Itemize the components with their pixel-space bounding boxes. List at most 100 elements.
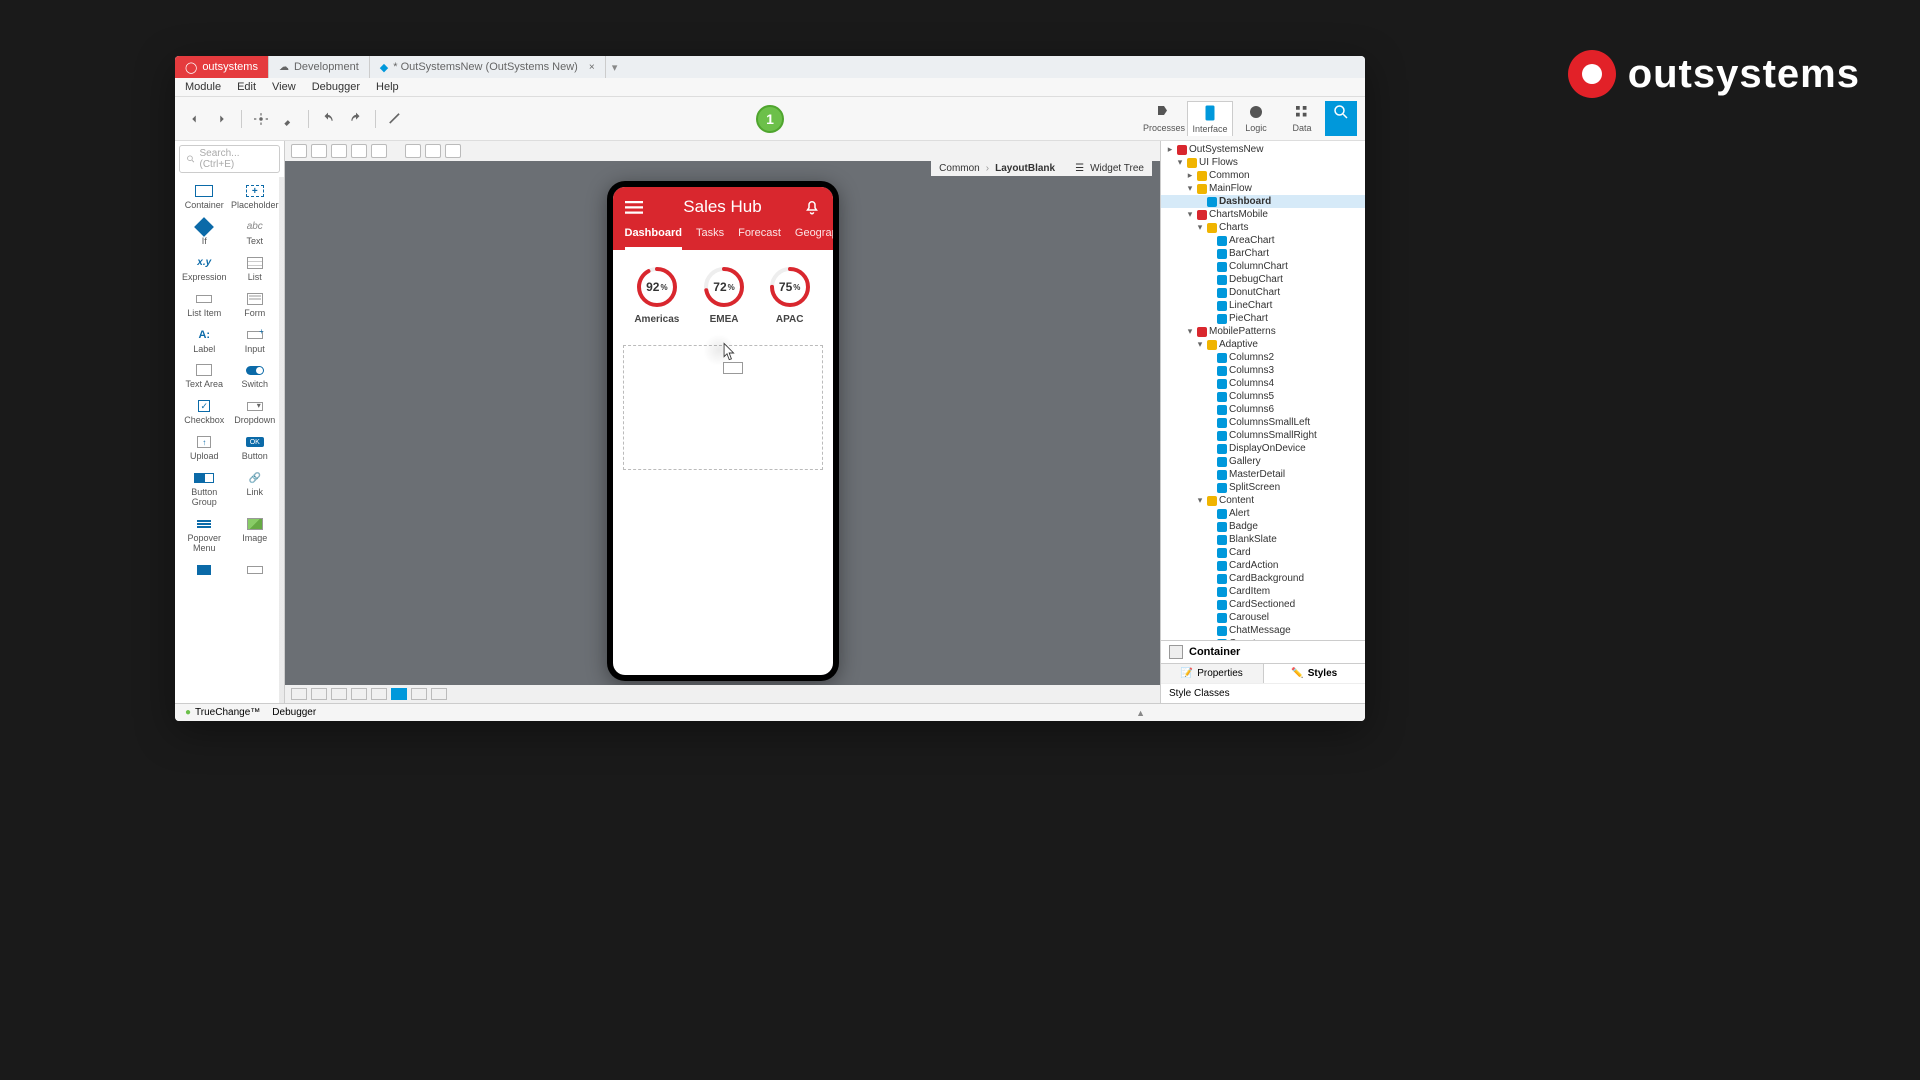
toolbox-search[interactable]: Search... (Ctrl+E) [179,145,280,173]
widget-container[interactable]: Container [179,179,230,215]
tree-counter[interactable]: Counter [1161,637,1365,640]
widget-label[interactable]: A:Label [179,323,230,359]
device-4[interactable] [351,688,367,700]
widget-button[interactable]: OKButton [230,430,281,466]
redo-button[interactable] [345,109,367,129]
tree-card[interactable]: Card [1161,546,1365,559]
widget-dropdown[interactable]: Dropdown [230,394,281,430]
align-btn-2[interactable] [425,144,441,158]
widget-list[interactable]: List [230,251,281,287]
phone-tab-dashboard[interactable]: Dashboard [625,227,682,250]
tree-columns5[interactable]: Columns5 [1161,390,1365,403]
breadcrumb-a[interactable]: Common [939,163,980,174]
view-btn-2[interactable] [311,144,327,158]
breadcrumb-b[interactable]: LayoutBlank [995,163,1055,174]
widgettree-label[interactable]: Widget Tree [1090,163,1144,174]
tree-alert[interactable]: Alert [1161,507,1365,520]
widget-switch[interactable]: Switch [230,358,281,394]
tree-outsystemsnew[interactable]: ▸OutSystemsNew [1161,143,1365,156]
tree-blankslate[interactable]: BlankSlate [1161,533,1365,546]
menu-debugger[interactable]: Debugger [312,81,360,93]
wand-button[interactable] [384,109,406,129]
device-5[interactable] [371,688,387,700]
tree-columnssmallright[interactable]: ColumnsSmallRight [1161,429,1365,442]
tree-columnssmallleft[interactable]: ColumnsSmallLeft [1161,416,1365,429]
debugger-tab[interactable]: Debugger [272,707,316,718]
device-8[interactable] [431,688,447,700]
widget-listitem[interactable]: List Item [179,287,230,323]
align-btn-3[interactable] [445,144,461,158]
device-1[interactable] [291,688,307,700]
view-btn-1[interactable] [291,144,307,158]
tree-cardsectioned[interactable]: CardSectioned [1161,598,1365,611]
undo-button[interactable] [317,109,339,129]
tree-linechart[interactable]: LineChart [1161,299,1365,312]
widget-image[interactable]: Image [230,512,281,558]
tree-columns4[interactable]: Columns4 [1161,377,1365,390]
gear-button[interactable] [250,109,272,129]
device-6[interactable] [391,688,407,700]
device-2[interactable] [311,688,327,700]
tree-chatmessage[interactable]: ChatMessage [1161,624,1365,637]
logic-tab[interactable]: Logic [1233,101,1279,136]
canvas-inner[interactable]: Sales Hub DashboardTasksForecastGeograph… [285,161,1160,685]
tree-donutchart[interactable]: DonutChart [1161,286,1365,299]
widget-checkbox[interactable]: ✓Checkbox [179,394,230,430]
phone-tab-geographies[interactable]: Geographies [795,227,833,250]
widget-if[interactable]: If [179,215,230,251]
widget-popovermenu[interactable]: Popover Menu [179,512,230,558]
tab-add-button[interactable]: ▾ [606,56,624,78]
tree-carousel[interactable]: Carousel [1161,611,1365,624]
tree-columns3[interactable]: Columns3 [1161,364,1365,377]
menu-edit[interactable]: Edit [237,81,256,93]
tab-app[interactable]: ◯ outsystems [175,56,269,78]
interface-tab[interactable]: Interface [1187,101,1233,136]
align-btn-1[interactable] [405,144,421,158]
properties-tab[interactable]: 📝 Properties [1161,664,1264,683]
widget-textarea[interactable]: Text Area [179,358,230,394]
data-tab[interactable]: Data [1279,101,1325,136]
tree-cardaction[interactable]: CardAction [1161,559,1365,572]
tree-mobilepatterns[interactable]: ▾MobilePatterns [1161,325,1365,338]
menu-view[interactable]: View [272,81,296,93]
tree-columns2[interactable]: Columns2 [1161,351,1365,364]
tree-content[interactable]: ▾Content [1161,494,1365,507]
bell-icon[interactable] [803,198,821,216]
widget-expression[interactable]: x.yExpression [179,251,230,287]
tree-debugchart[interactable]: DebugChart [1161,273,1365,286]
tree-gallery[interactable]: Gallery [1161,455,1365,468]
truechange-tab[interactable]: ● TrueChange™ [185,707,260,718]
tree-charts[interactable]: ▾Charts [1161,221,1365,234]
tree-barchart[interactable]: BarChart [1161,247,1365,260]
tree-splitscreen[interactable]: SplitScreen [1161,481,1365,494]
menu-module[interactable]: Module [185,81,221,93]
brush-button[interactable] [278,109,300,129]
tree-columns6[interactable]: Columns6 [1161,403,1365,416]
widget-link[interactable]: 🔗Link [230,466,281,512]
tree-cardbackground[interactable]: CardBackground [1161,572,1365,585]
search-tab[interactable] [1325,101,1357,136]
tree-common[interactable]: ▸Common [1161,169,1365,182]
widget-upload[interactable]: ↑Upload [179,430,230,466]
tree-adaptive[interactable]: ▾Adaptive [1161,338,1365,351]
view-btn-4[interactable] [351,144,367,158]
tree-displayondevice[interactable]: DisplayOnDevice [1161,442,1365,455]
tree-ui flows[interactable]: ▾UI Flows [1161,156,1365,169]
processes-tab[interactable]: Processes [1141,101,1187,136]
tab-module[interactable]: ◆ * OutSystemsNew (OutSystems New) × [370,56,606,78]
element-tree[interactable]: ▸OutSystemsNew▾UI Flows▸Common▾MainFlowD… [1161,141,1365,640]
device-7[interactable] [411,688,427,700]
tree-areachart[interactable]: AreaChart [1161,234,1365,247]
phone-tab-forecast[interactable]: Forecast [738,227,781,250]
widget-placeholder[interactable]: +Placeholder [230,179,281,215]
styles-tab[interactable]: ✏️ Styles [1264,664,1366,683]
tree-masterdetail[interactable]: MasterDetail [1161,468,1365,481]
tree-columnchart[interactable]: ColumnChart [1161,260,1365,273]
widget-flag[interactable] [179,558,230,584]
tree-badge[interactable]: Badge [1161,520,1365,533]
tree-carditem[interactable]: CardItem [1161,585,1365,598]
device-3[interactable] [331,688,347,700]
widget-input[interactable]: Input [230,323,281,359]
back-button[interactable] [183,109,205,129]
tab-close-icon[interactable]: × [589,62,595,73]
